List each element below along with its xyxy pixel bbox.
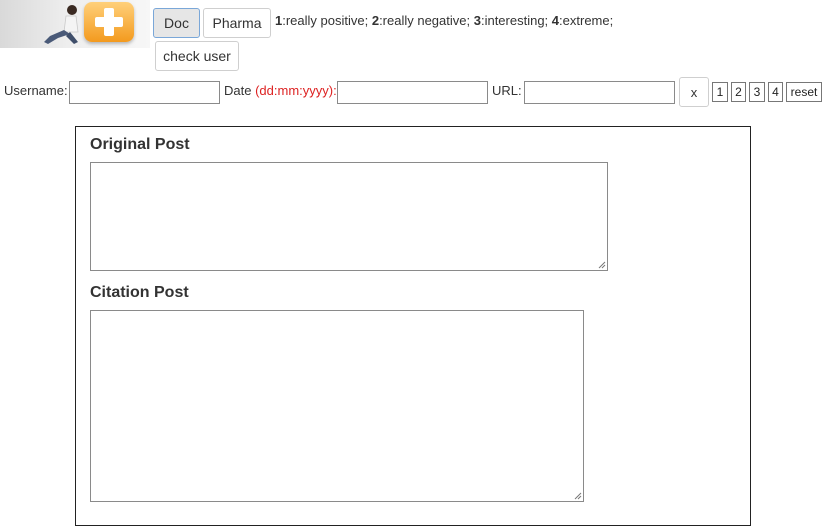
legend-text-4: :extreme; <box>559 13 614 28</box>
pharma-button[interactable]: Pharma <box>203 8 271 38</box>
rating-button-1[interactable]: 1 <box>712 82 728 102</box>
cross-horizontal <box>95 17 123 27</box>
citation-post-heading: Citation Post <box>90 284 189 301</box>
username-input[interactable] <box>69 81 220 104</box>
resize-grip-icon[interactable] <box>574 492 582 500</box>
date-input[interactable] <box>337 81 488 104</box>
legend-text-2: :really negative; <box>379 13 474 28</box>
clear-button[interactable]: x <box>679 77 709 107</box>
legend-num-4: 4 <box>551 13 560 28</box>
doc-button[interactable]: Doc <box>153 8 200 38</box>
date-label-text: Date <box>224 83 252 98</box>
person-figure-icon <box>44 5 79 44</box>
rating-button-3[interactable]: 3 <box>749 82 765 102</box>
url-label: URL: <box>492 83 522 98</box>
legend-text-1: :really positive; <box>282 13 372 28</box>
legend-text-3: :interesting; <box>480 13 552 28</box>
legend-num-3: 3 <box>473 13 481 28</box>
rating-button-2[interactable]: 2 <box>731 82 746 102</box>
original-post-heading: Original Post <box>90 136 190 153</box>
username-label: Username: <box>4 83 68 98</box>
citation-post-textarea[interactable] <box>90 310 584 502</box>
date-label: Date (dd:mm:yyyy): <box>224 83 337 98</box>
legend-num-2: 2 <box>371 13 380 28</box>
original-post-textarea[interactable] <box>90 162 608 271</box>
check-user-button[interactable]: check user <box>155 41 239 71</box>
resize-grip-icon[interactable] <box>598 261 606 269</box>
date-format-hint: (dd:mm:yyyy): <box>255 83 337 98</box>
rating-legend: 1:really positive; 2:really negative; 3:… <box>275 13 613 28</box>
reset-button[interactable]: reset <box>786 82 822 102</box>
rating-button-4[interactable]: 4 <box>768 82 783 102</box>
post-panel: Original Post Citation Post <box>75 126 751 526</box>
logo <box>0 0 150 48</box>
url-input[interactable] <box>524 81 675 104</box>
